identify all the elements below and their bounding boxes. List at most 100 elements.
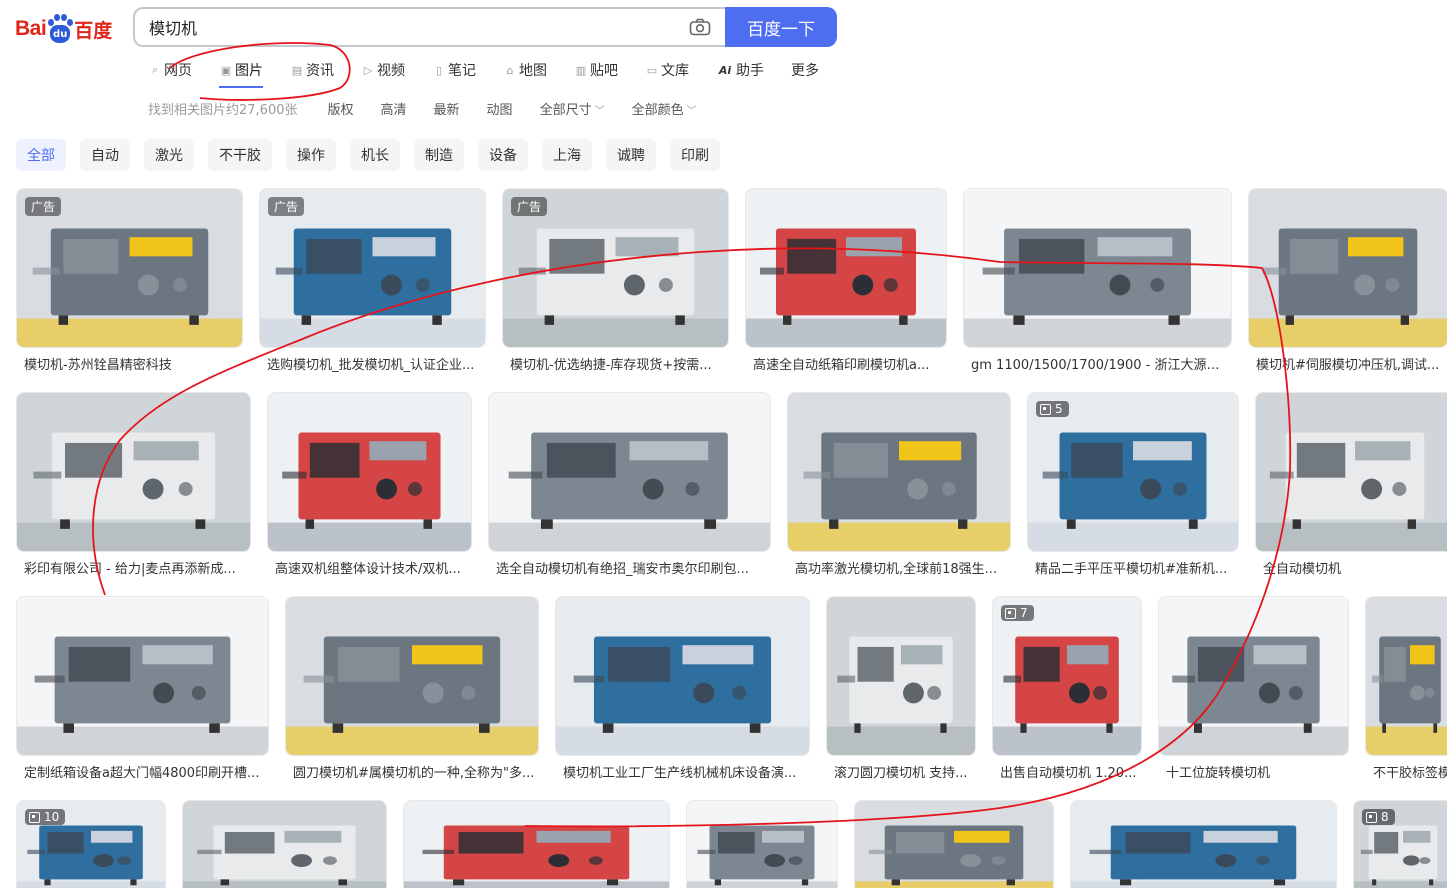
image-caption[interactable]: 出售自动模切机 1.20... bbox=[992, 762, 1142, 781]
image-thumbnail[interactable] bbox=[745, 188, 947, 348]
image-caption[interactable]: 全自动模切机 bbox=[1255, 558, 1447, 577]
image-thumbnail[interactable] bbox=[787, 392, 1011, 552]
image-thumbnail[interactable] bbox=[488, 392, 771, 552]
image-card[interactable] bbox=[182, 800, 387, 888]
filter-hd[interactable]: 高清 bbox=[381, 99, 407, 118]
image-thumbnail[interactable] bbox=[1248, 188, 1447, 348]
image-thumbnail[interactable]: 广告 bbox=[502, 188, 729, 348]
image-card[interactable]: 十工位旋转模切机 bbox=[1158, 596, 1349, 781]
image-thumbnail[interactable]: 5 bbox=[1027, 392, 1239, 552]
image-thumbnail[interactable] bbox=[963, 188, 1232, 348]
image-card[interactable]: 圆刀模切机#属模切机的一种,全称为"多... bbox=[285, 596, 539, 781]
filter-copyright[interactable]: 版权 bbox=[328, 99, 354, 118]
tab-0[interactable]: ⌕ 网页 bbox=[148, 58, 192, 82]
image-card[interactable]: 模切机工业工厂生产线机械机床设备演... bbox=[555, 596, 810, 781]
chip-8[interactable]: 上海 bbox=[542, 139, 592, 171]
image-card[interactable]: 7 出售自动模切机 1.20... bbox=[992, 596, 1142, 781]
image-caption[interactable]: 模切机工业工厂生产线机械机床设备演... bbox=[555, 762, 810, 781]
tab-7[interactable]: ▭ 文库 bbox=[645, 58, 689, 82]
image-thumbnail[interactable] bbox=[16, 596, 269, 756]
image-thumbnail[interactable]: 7 bbox=[992, 596, 1142, 756]
image-card[interactable]: 10 bbox=[16, 800, 166, 888]
tab-4[interactable]: ▯ 笔记 bbox=[432, 58, 476, 82]
tab-5[interactable]: ⌂ 地图 bbox=[503, 58, 548, 82]
image-caption[interactable]: 模切机#伺服模切冲压机,调试... bbox=[1248, 354, 1447, 373]
image-caption[interactable]: 定制纸箱设备a超大门幅4800印刷开槽... bbox=[16, 762, 269, 781]
chip-10[interactable]: 印刷 bbox=[670, 139, 720, 171]
image-thumbnail[interactable] bbox=[403, 800, 670, 888]
chip-0[interactable]: 全部 bbox=[16, 139, 66, 171]
image-thumbnail[interactable] bbox=[1070, 800, 1337, 888]
image-card[interactable]: 广告模切机-苏州铨昌精密科技 bbox=[16, 188, 243, 373]
search-button[interactable]: 百度一下 bbox=[725, 7, 837, 47]
image-thumbnail[interactable] bbox=[182, 800, 387, 888]
tab-6[interactable]: ▥ 贴吧 bbox=[574, 58, 618, 82]
image-card[interactable]: 5 精品二手平压平模切机#准新机... bbox=[1027, 392, 1239, 577]
image-caption[interactable]: 高功率激光模切机,全球前18强生... bbox=[787, 558, 1011, 577]
image-caption[interactable]: 选全自动模切机有绝招_瑞安市奥尔印刷包... bbox=[488, 558, 771, 577]
search-input[interactable] bbox=[149, 17, 689, 37]
image-caption[interactable]: 选购模切机_批发模切机_认证企业... bbox=[259, 354, 486, 373]
image-caption[interactable]: 彩印有限公司 - 给力|麦点再添新成... bbox=[16, 558, 251, 577]
filter-animated[interactable]: 动图 bbox=[487, 99, 513, 118]
image-caption[interactable]: 不干胶标签模 bbox=[1365, 762, 1447, 781]
chip-6[interactable]: 制造 bbox=[414, 139, 464, 171]
image-thumbnail[interactable] bbox=[686, 800, 838, 888]
image-caption[interactable]: 精品二手平压平模切机#准新机... bbox=[1027, 558, 1239, 577]
chip-1[interactable]: 自动 bbox=[80, 139, 130, 171]
baidu-logo[interactable]: Bai du 百度 bbox=[15, 12, 112, 46]
chip-3[interactable]: 不干胶 bbox=[208, 139, 272, 171]
image-card[interactable]: 不干胶标签模 bbox=[1365, 596, 1447, 781]
image-caption[interactable]: 滚刀圆刀模切机 支持... bbox=[826, 762, 976, 781]
image-thumbnail[interactable]: 8 bbox=[1353, 800, 1447, 888]
image-thumbnail[interactable]: 广告 bbox=[259, 188, 486, 348]
camera-icon[interactable] bbox=[689, 18, 711, 36]
image-thumbnail[interactable] bbox=[1255, 392, 1447, 552]
chip-5[interactable]: 机长 bbox=[350, 139, 400, 171]
image-thumbnail[interactable] bbox=[826, 596, 976, 756]
image-card[interactable]: 高速双机组整体设计技术/双机... bbox=[267, 392, 472, 577]
image-caption[interactable]: 模切机-优选纳捷-库存现货+按需... bbox=[502, 354, 729, 373]
image-thumbnail[interactable]: 10 bbox=[16, 800, 166, 888]
filter-color[interactable]: 全部颜色 ﹀ bbox=[632, 99, 697, 118]
image-thumbnail[interactable]: 广告 bbox=[16, 188, 243, 348]
image-card[interactable] bbox=[403, 800, 670, 888]
image-caption[interactable]: gm 1100/1500/1700/1900 - 浙江大源机械... bbox=[963, 354, 1232, 373]
image-thumbnail[interactable] bbox=[555, 596, 810, 756]
chip-9[interactable]: 诚聘 bbox=[606, 139, 656, 171]
image-card[interactable]: 高功率激光模切机,全球前18强生... bbox=[787, 392, 1011, 577]
filter-latest[interactable]: 最新 bbox=[434, 99, 460, 118]
image-card[interactable]: 高速全自动纸箱印刷模切机a... bbox=[745, 188, 947, 373]
tab-1[interactable]: ▣ 图片 bbox=[219, 58, 263, 88]
image-card[interactable]: 彩印有限公司 - 给力|麦点再添新成... bbox=[16, 392, 251, 577]
image-thumbnail[interactable] bbox=[285, 596, 539, 756]
filter-size[interactable]: 全部尺寸 ﹀ bbox=[540, 99, 605, 118]
image-caption[interactable]: 高速全自动纸箱印刷模切机a... bbox=[745, 354, 947, 373]
tab-9[interactable]: 更多 bbox=[791, 58, 819, 82]
image-card[interactable]: 广告选购模切机_批发模切机_认证企业... bbox=[259, 188, 486, 373]
image-card[interactable]: 模切机#伺服模切冲压机,调试... bbox=[1248, 188, 1447, 373]
image-caption[interactable]: 模切机-苏州铨昌精密科技 bbox=[16, 354, 243, 373]
image-card[interactable] bbox=[1070, 800, 1337, 888]
image-card[interactable]: 定制纸箱设备a超大门幅4800印刷开槽... bbox=[16, 596, 269, 781]
image-caption[interactable]: 高速双机组整体设计技术/双机... bbox=[267, 558, 472, 577]
chip-4[interactable]: 操作 bbox=[286, 139, 336, 171]
chip-7[interactable]: 设备 bbox=[478, 139, 528, 171]
image-card[interactable]: gm 1100/1500/1700/1900 - 浙江大源机械... bbox=[963, 188, 1232, 373]
tab-2[interactable]: ▤ 资讯 bbox=[290, 58, 334, 82]
image-thumbnail[interactable] bbox=[267, 392, 472, 552]
image-card[interactable]: 全自动模切机 bbox=[1255, 392, 1447, 577]
image-card[interactable]: 选全自动模切机有绝招_瑞安市奥尔印刷包... bbox=[488, 392, 771, 577]
tab-8[interactable]: Ai 助手 bbox=[716, 58, 764, 82]
image-card[interactable]: 滚刀圆刀模切机 支持... bbox=[826, 596, 976, 781]
image-caption[interactable]: 十工位旋转模切机 bbox=[1158, 762, 1349, 781]
image-thumbnail[interactable] bbox=[1158, 596, 1349, 756]
image-caption[interactable]: 圆刀模切机#属模切机的一种,全称为"多... bbox=[285, 762, 539, 781]
image-card[interactable] bbox=[854, 800, 1054, 888]
tab-3[interactable]: ▷ 视频 bbox=[361, 58, 405, 82]
chip-2[interactable]: 激光 bbox=[144, 139, 194, 171]
image-thumbnail[interactable] bbox=[16, 392, 251, 552]
image-thumbnail[interactable] bbox=[854, 800, 1054, 888]
image-card[interactable]: 广告模切机-优选纳捷-库存现货+按需... bbox=[502, 188, 729, 373]
image-card[interactable] bbox=[686, 800, 838, 888]
